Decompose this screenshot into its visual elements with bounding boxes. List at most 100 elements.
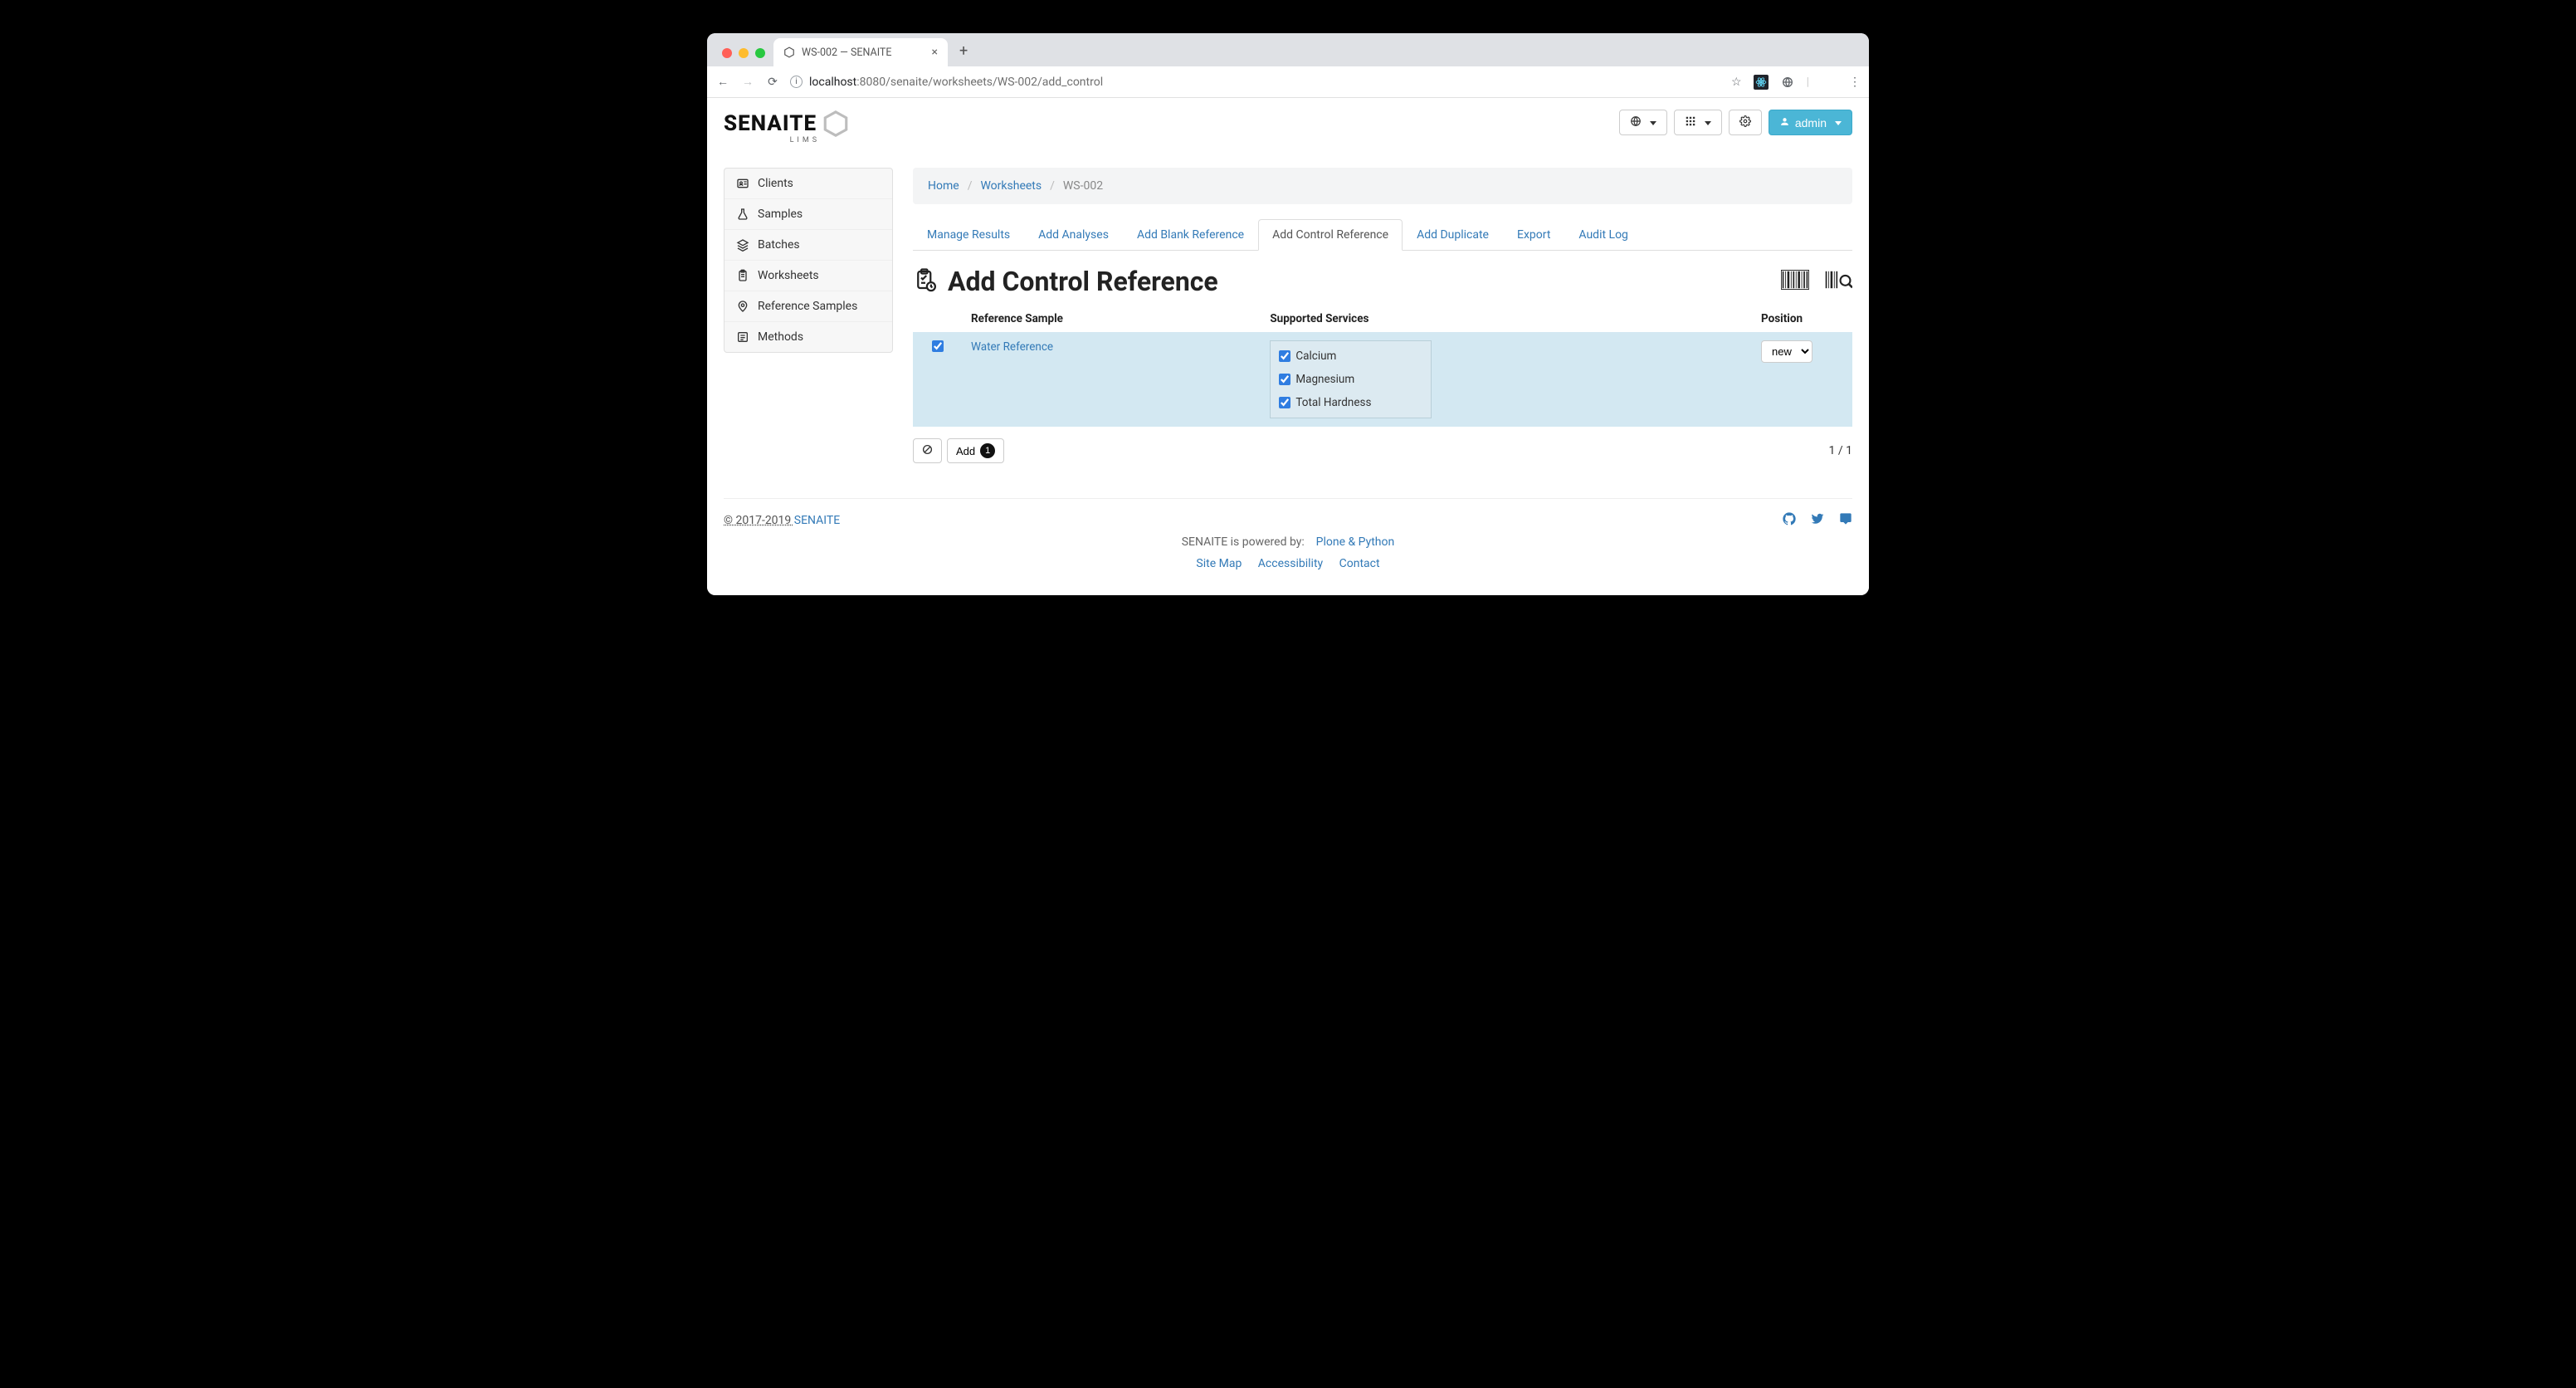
new-tab-button[interactable]: + (948, 42, 976, 66)
tab-add-control-reference[interactable]: Add Control Reference (1258, 219, 1403, 251)
add-button[interactable]: Add 1 (947, 438, 1004, 463)
logo-text: SENAITE (724, 111, 817, 136)
table-row: Water Reference Calcium Magnesium Total … (913, 332, 1852, 427)
user-label: admin (1795, 116, 1827, 130)
github-icon[interactable] (1783, 512, 1796, 529)
cancel-icon (922, 444, 933, 457)
service-item[interactable]: Calcium (1271, 345, 1431, 368)
clipboard-clock-icon (913, 267, 938, 296)
social-links (1783, 512, 1852, 529)
twitter-icon[interactable] (1811, 512, 1824, 529)
tab-add-analyses[interactable]: Add Analyses (1024, 219, 1123, 250)
page-title: Add Control Reference (913, 266, 1218, 297)
contact-link[interactable]: Contact (1339, 557, 1380, 570)
sidebar-item-batches[interactable]: Batches (724, 230, 892, 261)
footer: © 2017-2019 SENAITE SENAITE is powered b… (724, 498, 1852, 595)
browser-menu-icon[interactable]: ⋮ (1849, 76, 1861, 89)
site-info-icon[interactable]: i (790, 76, 803, 88)
reference-sample-link[interactable]: Water Reference (971, 340, 1053, 354)
react-devtools-icon[interactable] (1754, 75, 1769, 90)
grid-icon (1685, 115, 1696, 130)
minimize-window-icon[interactable] (739, 48, 749, 58)
service-checkbox[interactable] (1279, 350, 1290, 362)
back-button[interactable]: ← (715, 75, 730, 89)
tab-add-blank-reference[interactable]: Add Blank Reference (1123, 219, 1258, 250)
sidebar-item-reference-samples[interactable]: Reference Samples (724, 291, 892, 322)
clear-selection-button[interactable] (913, 438, 942, 463)
services-box: Calcium Magnesium Total Hardness (1270, 340, 1432, 418)
browser-actions: ☆ | ⋮ (1731, 74, 1861, 90)
powered-prefix: SENAITE is powered by: (1182, 535, 1305, 549)
window-controls (717, 48, 773, 66)
breadcrumb-separator: / (968, 179, 973, 193)
sidebar-item-clients[interactable]: Clients (724, 169, 892, 199)
id-card-icon (736, 177, 749, 190)
sidebar: Clients Samples Batches Worksheets Refer… (724, 168, 893, 353)
user-menu[interactable]: admin (1769, 110, 1852, 135)
powered-link[interactable]: Plone & Python (1316, 535, 1395, 549)
pin-icon (736, 300, 749, 313)
copyright-link[interactable]: SENAITE (794, 514, 840, 527)
sidebar-item-samples[interactable]: Samples (724, 199, 892, 230)
settings-button[interactable] (1729, 110, 1762, 135)
row-select-checkbox[interactable] (932, 340, 944, 352)
sidebar-item-worksheets[interactable]: Worksheets (724, 261, 892, 291)
sidebar-label: Clients (758, 177, 793, 190)
tab-add-duplicate[interactable]: Add Duplicate (1403, 219, 1503, 250)
breadcrumb-home[interactable]: Home (928, 179, 959, 193)
service-item[interactable]: Total Hardness (1271, 391, 1431, 414)
separator: | (1807, 76, 1809, 89)
browser-window: WS-002 — SENAITE × + ← → ⟳ i localhost:8… (707, 33, 1869, 595)
caret-down-icon (1832, 116, 1842, 130)
service-checkbox[interactable] (1279, 397, 1290, 408)
main-content: Home / Worksheets / WS-002 Manage Result… (913, 168, 1852, 463)
globe-icon (1630, 115, 1642, 130)
sidebar-item-methods[interactable]: Methods (724, 322, 892, 352)
position-select[interactable]: new (1761, 340, 1812, 363)
close-window-icon[interactable] (722, 48, 732, 58)
reference-table: Reference Sample Supported Services Posi… (913, 305, 1852, 427)
col-reference-sample: Reference Sample (963, 305, 1261, 332)
maximize-window-icon[interactable] (755, 48, 765, 58)
chat-icon[interactable] (1839, 512, 1852, 529)
tab-export[interactable]: Export (1503, 219, 1564, 250)
col-position: Position (1753, 305, 1852, 332)
caret-down-icon (1647, 116, 1656, 130)
favicon-icon (783, 46, 795, 58)
browser-tab[interactable]: WS-002 — SENAITE × (773, 38, 948, 66)
app-topbar: SENAITE LIMS (707, 98, 1869, 144)
close-tab-icon[interactable]: × (932, 46, 938, 59)
col-supported-services: Supported Services (1261, 305, 1753, 332)
service-label: Magnesium (1295, 373, 1354, 386)
language-menu[interactable] (1619, 110, 1667, 135)
pagination-text: 1 / 1 (1829, 444, 1852, 457)
reload-button[interactable]: ⟳ (765, 76, 780, 89)
accessibility-link[interactable]: Accessibility (1258, 557, 1323, 570)
gear-icon (1739, 115, 1751, 130)
sidebar-label: Methods (758, 330, 803, 344)
service-checkbox[interactable] (1279, 374, 1290, 385)
tab-manage-results[interactable]: Manage Results (913, 219, 1024, 250)
barcode-search-icon[interactable] (1824, 270, 1852, 293)
page-content: SENAITE LIMS (707, 98, 1869, 595)
tab-title: WS-002 — SENAITE (802, 46, 892, 59)
service-item[interactable]: Magnesium (1271, 368, 1431, 391)
tab-audit-log[interactable]: Audit Log (1564, 219, 1642, 250)
profile-avatar[interactable] (1821, 74, 1837, 90)
url-field[interactable]: i localhost:8080/senaite/worksheets/WS-0… (790, 76, 1721, 89)
action-row: Add 1 1 / 1 (913, 438, 1852, 463)
barcode-icon[interactable] (1781, 270, 1809, 293)
forward-button[interactable]: → (740, 75, 755, 89)
service-label: Total Hardness (1295, 396, 1371, 409)
copyright: © 2017-2019 SENAITE (724, 514, 840, 527)
extension-icon[interactable] (1780, 75, 1795, 90)
apps-menu[interactable] (1674, 110, 1722, 135)
add-label: Add (956, 445, 975, 457)
bookmark-icon[interactable]: ☆ (1731, 76, 1742, 89)
sitemap-link[interactable]: Site Map (1196, 557, 1242, 570)
url-host: localhost (809, 76, 856, 89)
breadcrumb-parent[interactable]: Worksheets (980, 179, 1042, 193)
add-count-badge: 1 (980, 443, 995, 458)
logo[interactable]: SENAITE LIMS (724, 110, 850, 144)
sidebar-label: Batches (758, 238, 800, 252)
